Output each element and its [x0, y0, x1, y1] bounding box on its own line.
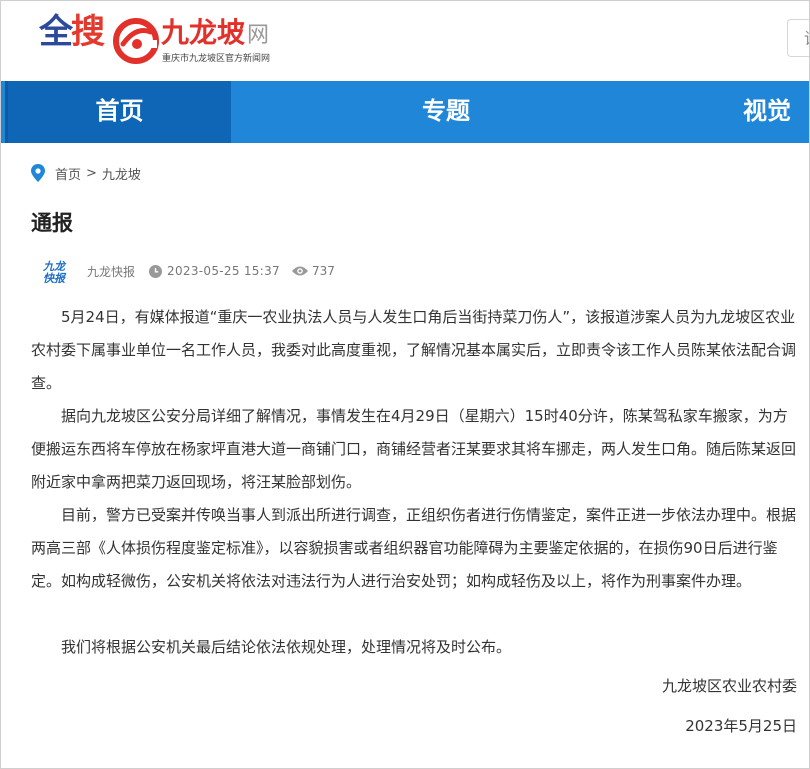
eye-icon [291, 266, 308, 276]
article-title: 通报 [31, 211, 73, 235]
article-paragraph: 目前，警方已受案并传唤当事人到派出所进行调查，正组织伤者进行伤情鉴定，案件正进一… [31, 506, 797, 590]
signature-date: 2023年5月25日 [685, 717, 797, 735]
site-name-logo[interactable]: 九龙坡网 [161, 19, 269, 47]
article-paragraph: 5月24日，有媒体报道“重庆一农业执法人员与人发生口角后当街持菜刀伤人”，该报道… [31, 308, 797, 392]
article-meta: 九龙 快报 九龙快报 2023-05-25 15:37 737 [41, 258, 335, 285]
signature-organization: 九龙坡区农业农村委 [661, 677, 797, 695]
nav-tab-home[interactable]: 首页 [5, 81, 231, 143]
breadcrumb-separator: > [86, 165, 97, 181]
page-frame: 全搜 九龙坡网 重庆市九龙坡区官方新闻网 请 首页 专题 视觉 首页 > 九龙坡… [0, 0, 810, 769]
author-logo-line-2: 快报 [43, 272, 65, 285]
view-count: 737 [311, 264, 335, 278]
site-suffix: 网 [247, 23, 270, 48]
author-name: 九龙快报 [87, 264, 136, 279]
breadcrumb: 首页 > 九龙坡 [31, 163, 141, 183]
nav-tab-visual[interactable]: 视觉 [743, 81, 809, 143]
author-avatar: 九龙 快报 [41, 258, 81, 285]
article-paragraph: 据向九龙坡区公安分局详细了解情况，事情发生在4月29日（星期六）15时40分许，… [31, 407, 797, 491]
quansou-logo[interactable]: 全搜 [39, 12, 105, 52]
location-pin-icon [31, 164, 45, 182]
search-placeholder: 请 [804, 29, 809, 48]
breadcrumb-current-link[interactable]: 九龙坡 [102, 164, 141, 183]
nav-tab-topics[interactable]: 专题 [396, 81, 496, 143]
logo-quansou-char-2: 搜 [71, 12, 105, 52]
clock-icon [149, 264, 163, 278]
search-input[interactable]: 请 [787, 19, 809, 57]
site-subtitle: 重庆市九龙坡区官方新闻网 [162, 54, 271, 64]
publish-time: 2023-05-25 15:37 [167, 264, 280, 278]
breadcrumb-home-link[interactable]: 首页 [55, 164, 81, 183]
logo-quansou-char-1: 全 [39, 12, 73, 52]
site-name: 九龙坡 [161, 16, 246, 49]
article-paragraph: 我们将根据公安机关最后结论依法依规处理，处理情况将及时公布。 [61, 638, 512, 656]
jiulongpo-emblem-icon[interactable] [113, 18, 159, 64]
main-nav: 首页 专题 视觉 [1, 81, 809, 143]
site-header: 全搜 九龙坡网 重庆市九龙坡区官方新闻网 请 [1, 1, 809, 81]
